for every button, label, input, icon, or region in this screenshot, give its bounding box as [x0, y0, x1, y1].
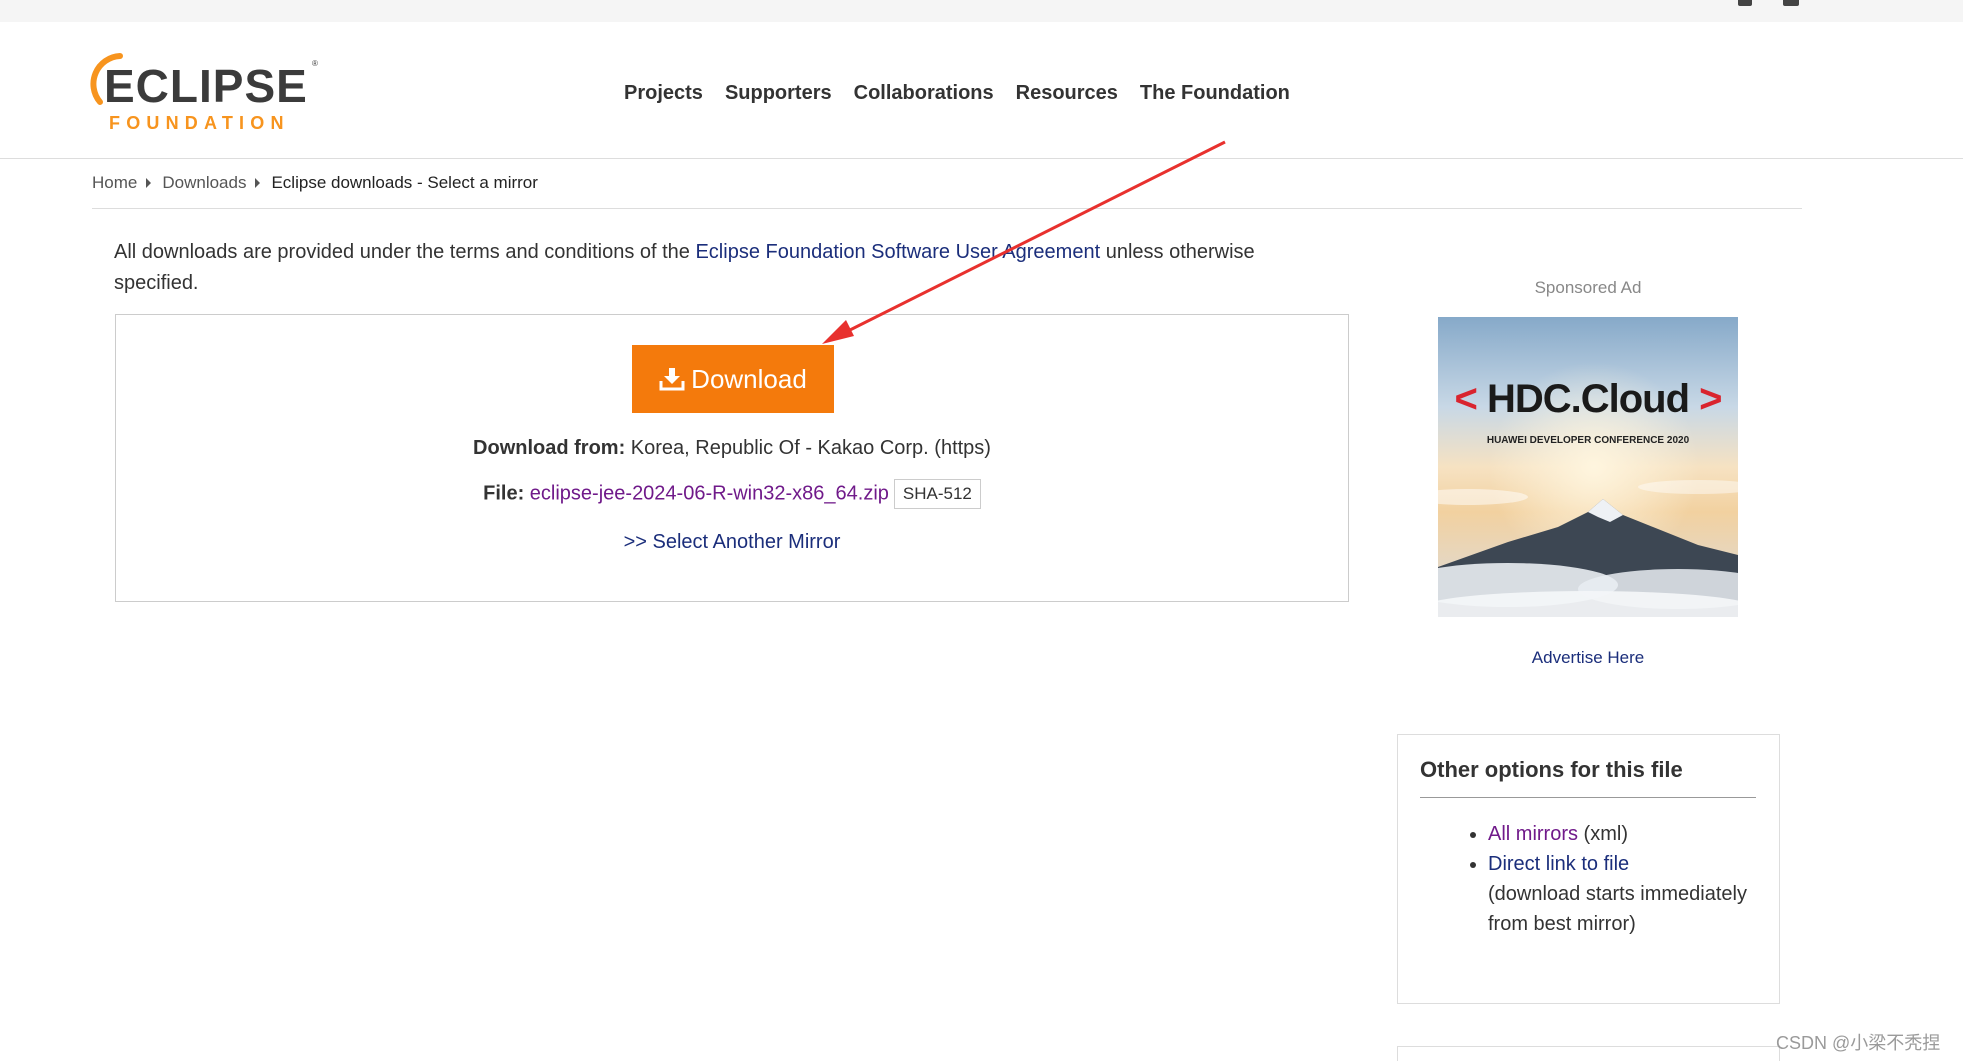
logo-wordmark: ECLIPSE [104, 60, 308, 112]
select-another-mirror-link[interactable]: >> Select Another Mirror [624, 531, 841, 553]
other-options-panel: Other options for this file All mirrors … [1397, 734, 1780, 1004]
file-line: File: eclipse-jee-2024-06-R-win32-x86_64… [116, 479, 1348, 509]
nav-resources[interactable]: Resources [1005, 74, 1129, 113]
nav-supporters[interactable]: Supporters [714, 74, 843, 113]
another-mirror: >> Select Another Mirror [116, 531, 1348, 554]
direct-link-to-file[interactable]: Direct link to file [1488, 853, 1629, 875]
menu-icon[interactable] [1783, 0, 1799, 6]
terms-notice: All downloads are provided under the ter… [114, 237, 1334, 299]
watermark: CSDN @小梁不秃捏 [1776, 1033, 1941, 1053]
page: ECLIPSE ® FOUNDATION Projects Supporters… [0, 0, 1963, 1061]
breadcrumb-current: Eclipse downloads - Select a mirror [271, 173, 538, 192]
download-panel: Download Download from: Korea, Republic … [115, 314, 1349, 602]
all-mirrors-link[interactable]: All mirrors [1488, 823, 1578, 845]
logo-subline: FOUNDATION [109, 113, 290, 133]
file-label: File: [483, 482, 525, 505]
sidebar-lower-panel [1397, 1046, 1780, 1061]
ad-bracket-left: < [1454, 377, 1477, 421]
other-options-list: All mirrors (xml) Direct link to file (do… [1420, 819, 1756, 939]
nav-collaborations[interactable]: Collaborations [843, 74, 1005, 113]
advertise-here: Advertise Here [1438, 648, 1738, 668]
nav-projects[interactable]: Projects [613, 74, 714, 113]
download-from-label: Download from: [473, 437, 626, 459]
breadcrumb-downloads[interactable]: Downloads [162, 173, 246, 193]
site-header: ECLIPSE ® FOUNDATION Projects Supporters… [0, 22, 1963, 159]
download-from-value: Korea, Republic Of - Kakao Corp. (https) [625, 437, 991, 459]
breadcrumb-home[interactable]: Home [92, 173, 137, 193]
ad-title: < HDC.Cloud > [1438, 377, 1738, 422]
top-strip [0, 0, 1963, 22]
user-agreement-link[interactable]: Eclipse Foundation Software User Agreeme… [695, 241, 1100, 263]
main-nav: Projects Supporters Collaborations Resou… [613, 74, 1301, 113]
terms-prefix: All downloads are provided under the ter… [114, 241, 696, 263]
download-button-label: Download [691, 363, 807, 394]
list-item: All mirrors (xml) [1488, 819, 1756, 849]
breadcrumb: Home Downloads Eclipse downloads - Selec… [92, 158, 1802, 209]
ad-background [1438, 317, 1738, 617]
list-item: Direct link to file (download starts imme… [1488, 849, 1756, 939]
eclipse-foundation-logo[interactable]: ECLIPSE ® FOUNDATION [90, 50, 330, 136]
file-link[interactable]: eclipse-jee-2024-06-R-win32-x86_64.zip [530, 482, 889, 504]
advertise-here-link[interactable]: Advertise Here [1532, 648, 1644, 667]
all-mirrors-suffix: (xml) [1578, 823, 1628, 845]
caret-right-icon [146, 178, 152, 188]
ad-bracket-right: > [1699, 377, 1722, 421]
registered-mark: ® [312, 59, 318, 68]
direct-link-note: (download starts immediately from best m… [1488, 883, 1747, 935]
sponsored-ad-image[interactable]: < HDC.Cloud > HUAWEI DEVELOPER CONFERENC… [1438, 317, 1738, 617]
other-options-title: Other options for this file [1420, 757, 1756, 798]
caret-right-icon [255, 178, 261, 188]
ad-subtitle: HUAWEI DEVELOPER CONFERENCE 2020 [1486, 435, 1690, 446]
nav-the-foundation[interactable]: The Foundation [1129, 74, 1301, 113]
sponsored-ad-label: Sponsored Ad [1534, 278, 1642, 297]
ad-title-text: HDC.Cloud [1486, 377, 1690, 421]
sha512-button[interactable]: SHA-512 [893, 479, 981, 509]
download-icon [659, 368, 685, 391]
search-icon[interactable] [1738, 0, 1752, 6]
download-from: Download from: Korea, Republic Of - Kaka… [116, 437, 1348, 460]
download-button[interactable]: Download [632, 345, 834, 413]
